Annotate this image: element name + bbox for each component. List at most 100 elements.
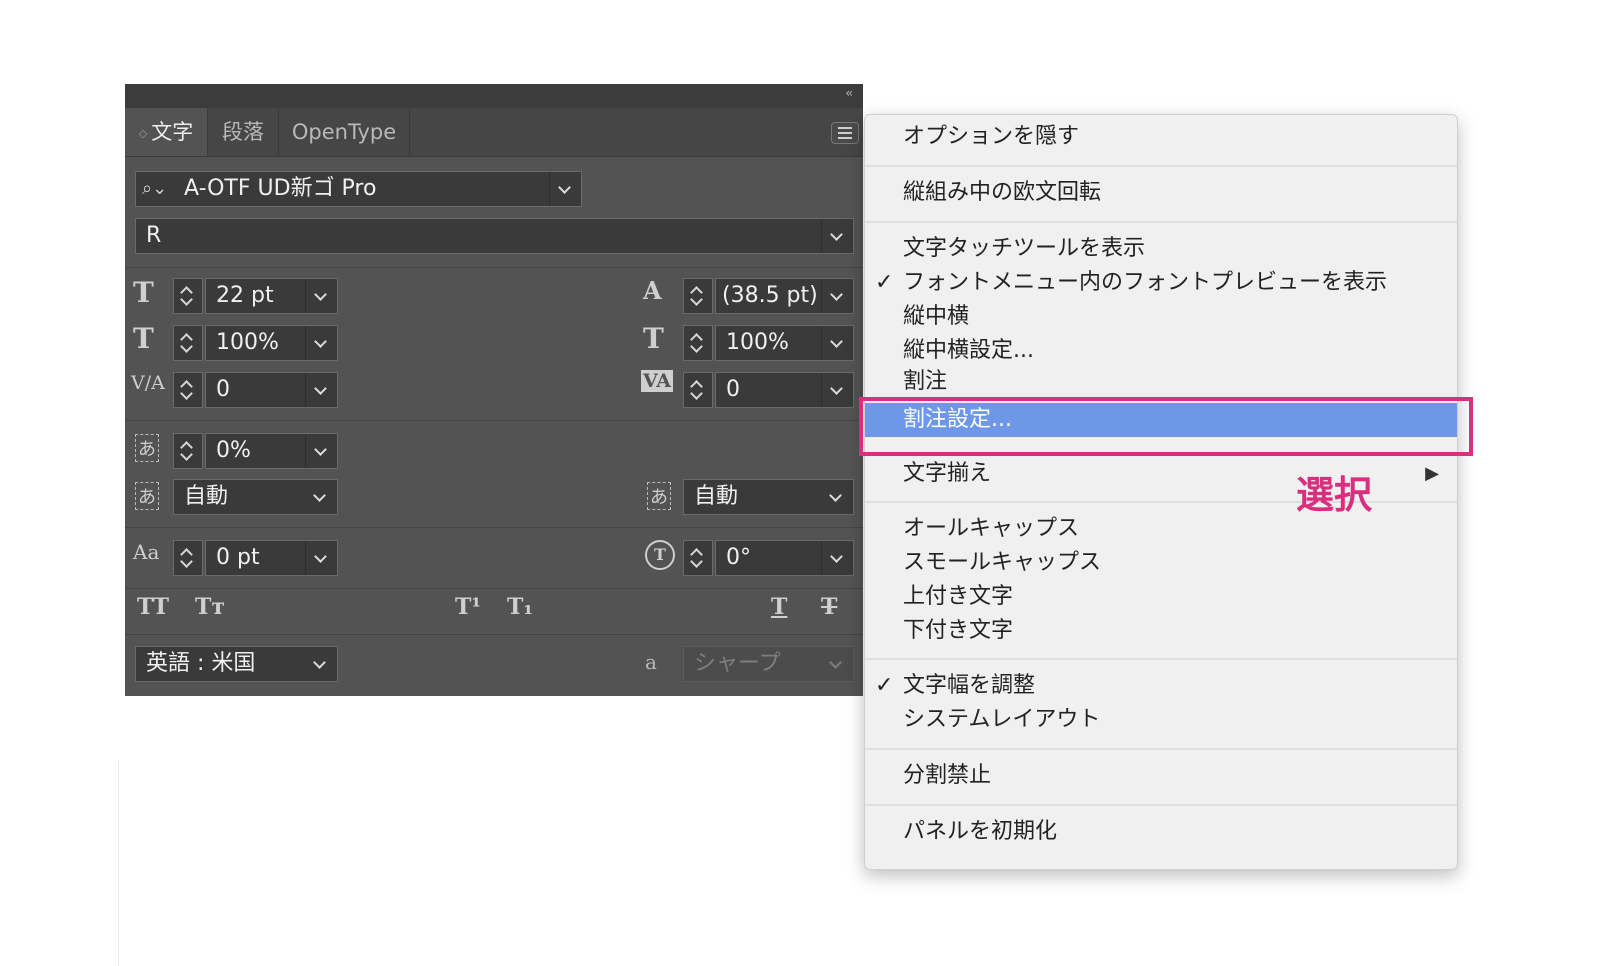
antialias-value: シャープ bbox=[694, 651, 781, 676]
all-caps-button[interactable]: TT bbox=[137, 594, 169, 620]
vertical-scale-stepper[interactable] bbox=[173, 325, 203, 361]
antialias-dropdown bbox=[821, 647, 853, 681]
menu-item-hide-options[interactable]: オプションを隠す bbox=[865, 120, 1457, 154]
rotation-value: 0° bbox=[726, 545, 751, 570]
subscript-button[interactable]: T₁ bbox=[507, 594, 533, 620]
checkmark-icon: ✓ bbox=[875, 270, 894, 295]
vertical-scale-dropdown[interactable] bbox=[305, 326, 337, 360]
vertical-scale-icon: T bbox=[133, 322, 154, 355]
aki-right-select[interactable]: 自動 bbox=[683, 479, 854, 515]
rotation-input[interactable]: 0° bbox=[715, 540, 854, 576]
menu-item-label: 文字揃え bbox=[903, 461, 992, 486]
font-style-dropdown[interactable] bbox=[821, 219, 853, 253]
collapse-panel-button[interactable]: ‹‹ bbox=[845, 86, 852, 100]
antialias-icon: a bbox=[645, 650, 657, 674]
baseline-shift-stepper[interactable] bbox=[173, 540, 203, 576]
horizontal-scale-input[interactable]: 100% bbox=[715, 325, 854, 361]
underline-button[interactable]: T bbox=[771, 594, 787, 620]
superscript-button[interactable]: T¹ bbox=[455, 594, 481, 620]
antialias-select: シャープ bbox=[683, 646, 854, 682]
tracking-stepper[interactable] bbox=[683, 372, 713, 408]
aki-right-dropdown[interactable] bbox=[821, 480, 853, 514]
menu-item-tate-chu-yoko-settings[interactable]: 縦中横設定... bbox=[865, 334, 1457, 368]
tracking-value: 0 bbox=[726, 377, 740, 402]
checkmark-icon: ✓ bbox=[875, 673, 894, 698]
leading-stepper[interactable] bbox=[683, 278, 713, 314]
menu-item-font-preview[interactable]: ✓ フォントメニュー内のフォントプレビューを表示 bbox=[865, 266, 1457, 300]
tracking-icon: VA bbox=[641, 370, 674, 392]
strikethrough-button[interactable]: T bbox=[821, 594, 837, 620]
kerning-dropdown[interactable] bbox=[305, 373, 337, 407]
language-dropdown[interactable] bbox=[305, 647, 337, 681]
font-size-stepper[interactable] bbox=[173, 278, 203, 314]
aki-left-select[interactable]: 自動 bbox=[173, 479, 338, 515]
rotation-dropdown[interactable] bbox=[821, 541, 853, 575]
menu-item-superscript[interactable]: 上付き文字 bbox=[865, 580, 1457, 614]
leading-input[interactable]: (38.5 pt) bbox=[715, 278, 854, 314]
font-size-dropdown[interactable] bbox=[305, 279, 337, 313]
aki-left-value: 自動 bbox=[184, 484, 229, 509]
horizontal-scale-dropdown[interactable] bbox=[821, 326, 853, 360]
baseline-shift-input[interactable]: 0 pt bbox=[205, 540, 338, 576]
small-caps-button[interactable]: Tт bbox=[195, 594, 225, 620]
tracking-dropdown[interactable] bbox=[821, 373, 853, 407]
font-family-value: A-OTF UD新ゴ Pro bbox=[184, 176, 377, 201]
menu-item-label: 下付き文字 bbox=[903, 618, 1014, 643]
font-size-input[interactable]: 22 pt bbox=[205, 278, 338, 314]
panel-menu-button[interactable] bbox=[831, 122, 859, 144]
menu-item-warichu[interactable]: 割注 bbox=[865, 365, 1457, 391]
tsume-stepper[interactable] bbox=[173, 433, 203, 469]
canvas-guide-line bbox=[118, 760, 119, 966]
kerning-input[interactable]: 0 bbox=[205, 372, 338, 408]
menu-item-label: オプションを隠す bbox=[903, 124, 1080, 149]
menu-item-label: 割注 bbox=[903, 369, 948, 391]
font-family-dropdown[interactable] bbox=[549, 172, 581, 206]
menu-item-fractional-widths[interactable]: ✓ 文字幅を調整 bbox=[865, 669, 1457, 703]
aki-left-icon: あ bbox=[135, 482, 159, 510]
tab-paragraph[interactable]: 段落 bbox=[208, 108, 279, 156]
menu-item-no-break[interactable]: 分割禁止 bbox=[865, 759, 1457, 793]
menu-item-label: システムレイアウト bbox=[903, 707, 1101, 732]
kerning-icon: V/A bbox=[131, 372, 165, 394]
menu-item-touch-type-tool[interactable]: 文字タッチツールを表示 bbox=[865, 232, 1457, 266]
leading-dropdown[interactable] bbox=[821, 279, 853, 313]
tsume-input[interactable]: 0% bbox=[205, 433, 338, 469]
tsume-dropdown[interactable] bbox=[305, 434, 337, 468]
tab-arrows-icon: ◇ bbox=[138, 127, 148, 140]
font-style-value: R bbox=[146, 223, 162, 248]
font-size-icon: T bbox=[133, 276, 154, 309]
aki-right-icon: あ bbox=[647, 482, 671, 510]
horizontal-scale-stepper[interactable] bbox=[683, 325, 713, 361]
menu-item-label: 文字タッチツールを表示 bbox=[903, 236, 1146, 261]
menu-item-label: スモールキャップス bbox=[903, 550, 1102, 575]
tracking-input[interactable]: 0 bbox=[715, 372, 854, 408]
annotation-label: 選択 bbox=[1296, 473, 1373, 517]
baseline-shift-dropdown[interactable] bbox=[305, 541, 337, 575]
rotation-stepper[interactable] bbox=[683, 540, 713, 576]
aki-left-dropdown[interactable] bbox=[305, 480, 337, 514]
menu-item-label: フォントメニュー内のフォントプレビューを表示 bbox=[903, 270, 1388, 295]
panel-titlebar: ‹‹ bbox=[125, 84, 863, 108]
menu-item-tate-chu-yoko[interactable]: 縦中横 bbox=[865, 300, 1457, 334]
kerning-value: 0 bbox=[216, 377, 230, 402]
tab-character[interactable]: ◇ 文字 bbox=[125, 108, 208, 156]
selection-highlight-box bbox=[859, 397, 1473, 456]
tsume-value: 0% bbox=[216, 438, 251, 463]
menu-item-label: 縦組み中の欧文回転 bbox=[903, 180, 1102, 205]
font-family-field[interactable]: ⌕⌄ A-OTF UD新ゴ Pro bbox=[135, 171, 582, 207]
kerning-stepper[interactable] bbox=[173, 372, 203, 408]
font-style-field[interactable]: R bbox=[135, 218, 854, 254]
tab-opentype[interactable]: OpenType bbox=[279, 108, 410, 156]
menu-item-roman-rotation[interactable]: 縦組み中の欧文回転 bbox=[865, 176, 1457, 210]
tab-character-label: 文字 bbox=[151, 120, 194, 144]
menu-item-label: パネルを初期化 bbox=[903, 819, 1058, 844]
menu-item-small-caps[interactable]: スモールキャップス bbox=[865, 546, 1457, 580]
search-icon: ⌕⌄ bbox=[142, 178, 168, 199]
menu-item-label: 縦中横設定... bbox=[903, 338, 1034, 363]
language-select[interactable]: 英語 : 米国 bbox=[135, 646, 338, 682]
vertical-scale-input[interactable]: 100% bbox=[205, 325, 338, 361]
menu-item-reset-panel[interactable]: パネルを初期化 bbox=[865, 815, 1457, 849]
menu-item-system-layout[interactable]: システムレイアウト bbox=[865, 703, 1457, 737]
baseline-shift-icon: Aa bbox=[133, 540, 160, 564]
menu-item-subscript[interactable]: 下付き文字 bbox=[865, 614, 1457, 648]
